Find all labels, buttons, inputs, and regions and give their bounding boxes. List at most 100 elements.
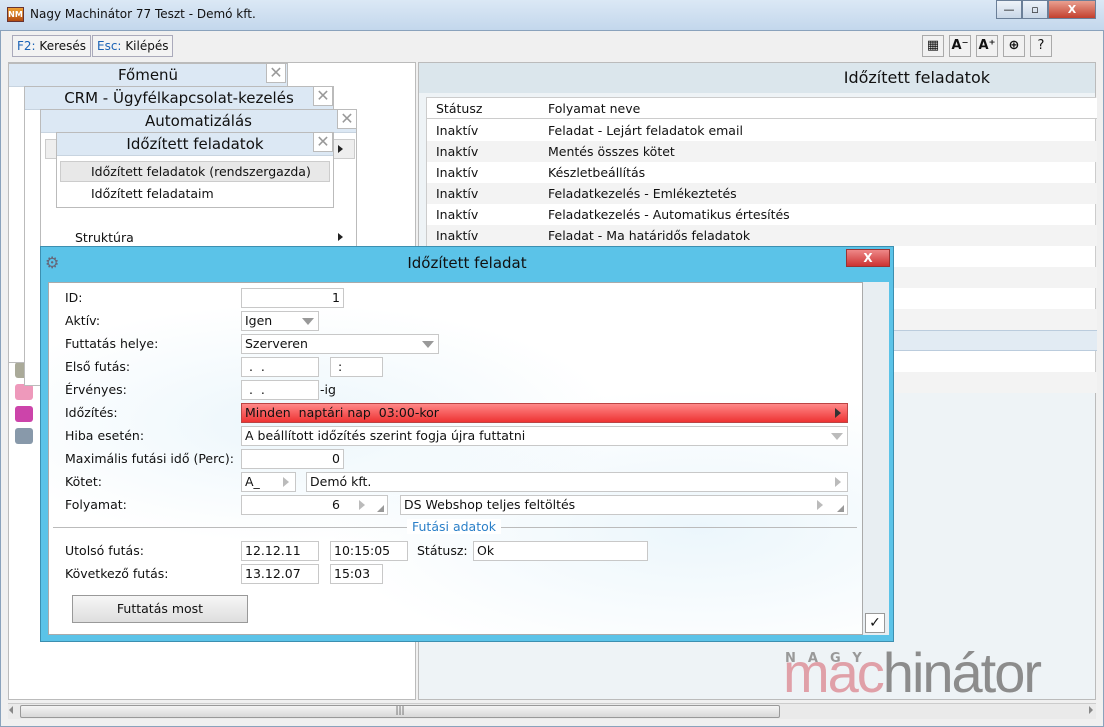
process-id-value: 6 [332, 497, 340, 512]
arrow-right-icon [817, 500, 823, 510]
process-label: Folyamat: [65, 497, 127, 512]
id-label: ID: [65, 290, 83, 305]
max-time-field[interactable]: 0 [241, 449, 344, 469]
column-header-process[interactable]: Folyamat neve [548, 98, 640, 119]
row-process: Feladat - Lejárt feladatok email [548, 123, 743, 138]
exit-label: Kilépés [125, 39, 169, 53]
run-data-section-title: Futási adatok [407, 519, 501, 534]
next-run-label: Következő futás: [65, 566, 169, 581]
id-field[interactable]: 1 [241, 288, 344, 308]
list-title: Időzített feladatok [419, 63, 1095, 93]
first-run-date-field[interactable]: . . [241, 357, 319, 377]
main-menu-title: Főmenü [9, 64, 287, 87]
volume-name-value: Demó kft. [310, 474, 372, 489]
scheduled-menu-title: Időzített feladatok [57, 133, 333, 156]
chevron-down-icon [422, 341, 434, 348]
close-window-button[interactable]: X [1048, 0, 1096, 19]
window-title: Nagy Machinátor 77 Teszt - Demó kft. [30, 7, 256, 21]
on-error-select[interactable]: A beállított időzítés szerint fogja újra… [241, 426, 848, 446]
max-time-label: Maximális futási idő (Perc): [65, 451, 234, 466]
font-larger-icon[interactable]: A⁺ [976, 35, 998, 57]
brand-logo: machinátor [783, 640, 1042, 705]
search-button[interactable]: F2: Keresés [12, 35, 92, 57]
row-process: Feladatkezelés - Emlékeztetés [548, 186, 737, 201]
next-run-time-field[interactable]: 15:03 [330, 564, 383, 584]
volume-label: Kötet: [65, 474, 102, 489]
ok-button[interactable]: ✓ [865, 613, 885, 633]
scroll-left-icon[interactable] [9, 706, 13, 714]
last-run-label: Utolsó futás: [65, 543, 144, 558]
minimize-button[interactable]: — [996, 0, 1022, 19]
resize-corner-icon [377, 505, 384, 512]
close-automation-menu-icon[interactable]: ✕ [337, 109, 357, 129]
table-row[interactable]: Inaktív Feladatkezelés - Automatikus érte… [427, 204, 1097, 225]
location-label: Futtatás helye: [65, 336, 159, 351]
exit-button[interactable]: Esc: Kilépés [92, 35, 174, 57]
run-now-button[interactable]: Futtatás most [72, 595, 248, 623]
row-process: Készletbeállítás [548, 165, 646, 180]
dialog-title: Időzített feladat [407, 254, 527, 272]
submenu-arrow-icon [338, 233, 343, 241]
menu-item-scheduled-admin[interactable]: Időzített feladatok (rendszergazda) [60, 161, 330, 182]
valid-until-field[interactable]: . . [241, 380, 319, 400]
schedule-value: Minden naptári nap 03:00-kor [245, 405, 439, 420]
table-row[interactable]: Inaktív Készletbeállítás [427, 162, 1097, 183]
help-icon[interactable]: ? [1030, 35, 1052, 57]
scheduled-tasks-menu: Időzített feladatok Időzített feladatok … [56, 132, 334, 208]
status-field[interactable]: Ok [473, 541, 648, 561]
next-run-date-field[interactable]: 13.12.07 [241, 564, 319, 584]
arrow-right-icon [835, 477, 841, 487]
first-run-label: Első futás: [65, 359, 131, 374]
column-header-status[interactable]: Státusz [436, 98, 482, 119]
row-status: Inaktív [436, 165, 479, 180]
valid-suffix: -ig [320, 382, 336, 397]
chevron-down-icon [831, 433, 843, 440]
tiles-icon[interactable]: ▦ [922, 35, 944, 57]
status-label: Státusz: [417, 543, 468, 558]
process-name-field[interactable]: DS Webshop teljes feltöltés [400, 495, 848, 515]
module-icon[interactable] [15, 406, 33, 422]
schedule-field[interactable]: Minden naptári nap 03:00-kor [241, 403, 848, 423]
close-main-menu-icon[interactable]: ✕ [266, 63, 286, 83]
menu-item-my-scheduled[interactable]: Időzített feladataim [91, 186, 214, 201]
row-status: Inaktív [436, 123, 479, 138]
on-error-value: A beállított időzítés szerint fogja újra… [245, 428, 526, 443]
row-status: Inaktív [436, 228, 479, 243]
resize-corner-icon [837, 505, 844, 512]
table-row[interactable]: Inaktív Mentés összes kötet [427, 141, 1097, 162]
arrow-right-icon [283, 477, 289, 487]
crm-menu-title: CRM - Ügyfélkapcsolat-kezelés [25, 87, 333, 110]
scroll-right-icon[interactable] [1089, 706, 1093, 714]
maximize-button[interactable]: ▫ [1022, 0, 1048, 19]
volume-name-field[interactable]: Demó kft. [306, 472, 848, 492]
module-icon[interactable] [15, 428, 33, 444]
table-row[interactable]: Inaktív Feladatkezelés - Emlékeztetés [427, 183, 1097, 204]
table-row[interactable]: Inaktív Feladat - Lejárt feladatok email [427, 120, 1097, 141]
module-icon[interactable] [15, 384, 33, 400]
volume-code-field[interactable]: A_ [241, 472, 296, 492]
dialog-close-button[interactable]: X [846, 249, 890, 267]
location-select[interactable]: Szerveren [241, 334, 439, 354]
chevron-down-icon [302, 318, 314, 325]
scheduled-task-dialog: ⚙ Időzített feladat X ✓ ID: 1 Aktív: Ige… [40, 246, 894, 642]
active-select[interactable]: Igen [241, 311, 319, 331]
font-smaller-icon[interactable]: A⁻ [949, 35, 971, 57]
table-row[interactable]: Inaktív Feladat - Ma határidős feladatok [427, 225, 1097, 246]
row-process: Feladatkezelés - Automatikus értesítés [548, 207, 790, 222]
row-status: Inaktív [436, 186, 479, 201]
process-id-field[interactable]: 6 [241, 495, 388, 515]
arrow-right-icon [835, 408, 841, 418]
last-run-time-field[interactable]: 10:15:05 [330, 541, 408, 561]
active-value: Igen [245, 313, 273, 328]
dialog-side-strip [863, 282, 889, 635]
scrollbar-thumb[interactable]: ||| [20, 705, 780, 718]
first-run-time-field[interactable]: : [330, 357, 383, 377]
last-run-date-field[interactable]: 12.12.11 [241, 541, 319, 561]
on-error-label: Hiba esetén: [65, 428, 145, 443]
close-crm-menu-icon[interactable]: ✕ [313, 86, 333, 106]
support-icon[interactable]: ⊕ [1003, 35, 1025, 57]
menu-item-struktura[interactable]: Struktúra [75, 230, 134, 245]
close-scheduled-menu-icon[interactable]: ✕ [313, 132, 333, 152]
row-status: Inaktív [436, 144, 479, 159]
search-shortcut: F2: [17, 39, 36, 53]
